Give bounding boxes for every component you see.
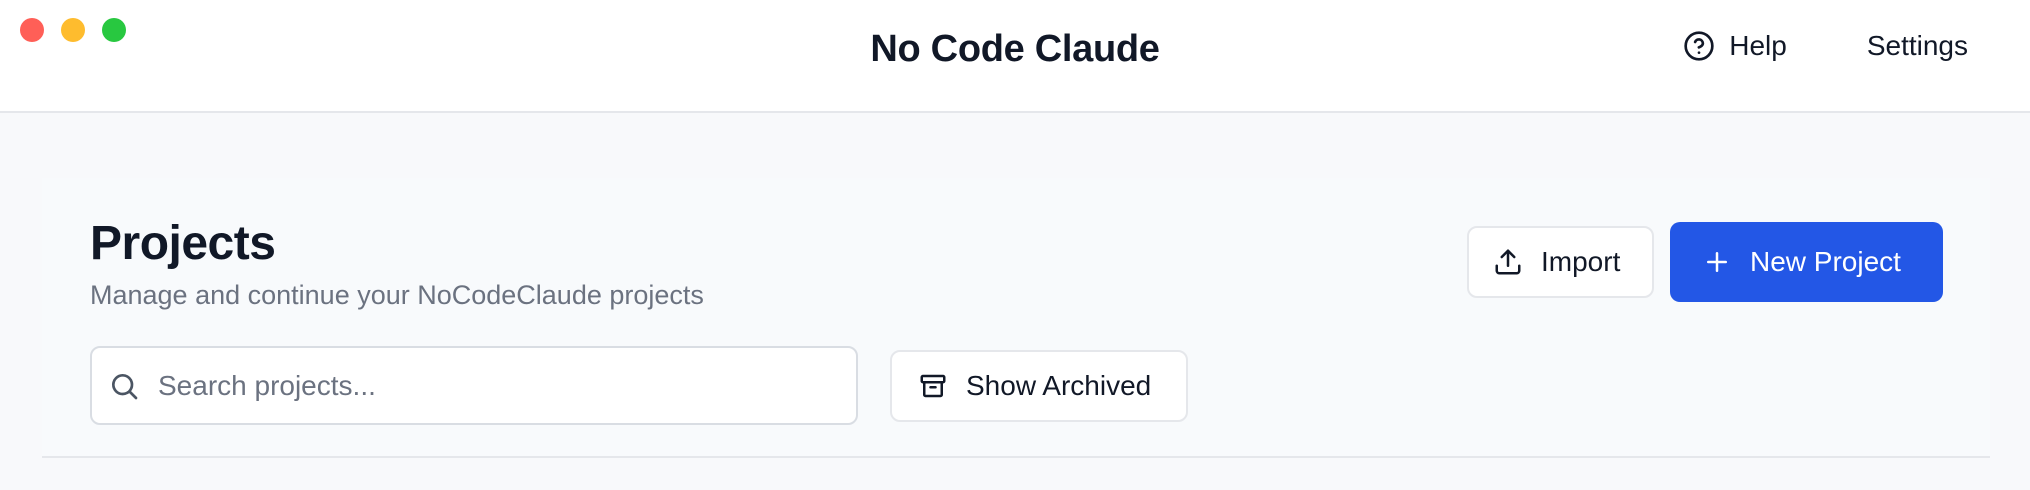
help-button[interactable]: Help: [1683, 30, 1787, 62]
page-subtitle: Manage and continue your NoCodeClaude pr…: [90, 280, 704, 310]
settings-button[interactable]: Settings: [1867, 30, 1968, 62]
title-bar: No Code Claude Help Settings: [0, 0, 2030, 113]
search-icon: [112, 373, 138, 399]
search-input[interactable]: [158, 369, 838, 402]
new-project-button[interactable]: New Project: [1670, 222, 1943, 302]
search-box: [90, 346, 858, 425]
plus-icon: [1707, 252, 1727, 272]
show-archived-button[interactable]: Show Archived: [890, 350, 1188, 422]
archive-icon: [920, 374, 946, 398]
question-circle-icon: [1684, 31, 1714, 61]
settings-label: Settings: [1866, 30, 1968, 61]
show-archived-label: Show Archived: [966, 370, 1152, 401]
page-title: Projects: [90, 217, 276, 270]
import-label: Import: [1541, 246, 1621, 277]
help-label: Help: [1729, 30, 1787, 61]
projects-header-panel: Projects Manage and continue your NoCode…: [42, 178, 1990, 458]
import-button[interactable]: Import: [1467, 226, 1654, 298]
new-project-label: New Project: [1750, 246, 1901, 277]
header-actions: Help Settings: [1683, 30, 1968, 62]
upload-icon: [1495, 249, 1521, 275]
